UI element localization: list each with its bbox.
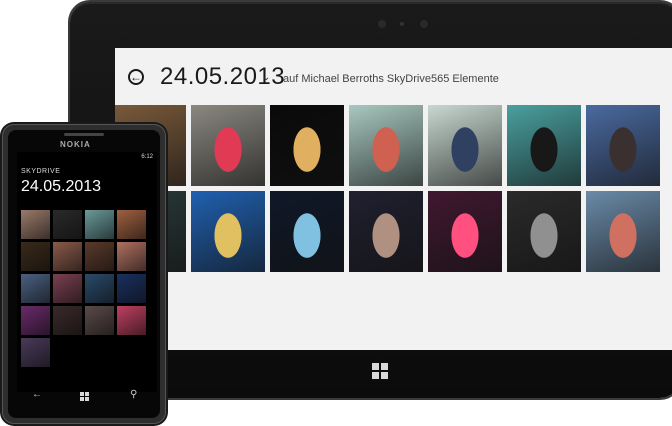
page-header: ← 24.05.2013 ⌄ auf Michael Berroths SkyD… — [115, 48, 672, 104]
photo-thumbnail[interactable] — [586, 105, 660, 186]
phone-photo-thumbnail[interactable] — [21, 306, 50, 335]
phone-page-title[interactable]: 24.05.2013 — [21, 178, 101, 196]
speaker-grille — [64, 133, 104, 136]
sensor-icon — [400, 22, 404, 26]
phone-photo-thumbnail[interactable] — [21, 338, 50, 367]
phone-photo-thumbnail[interactable] — [53, 242, 82, 271]
tablet-screen: ← 24.05.2013 ⌄ auf Michael Berroths SkyD… — [115, 48, 672, 350]
phone-photo-thumbnail[interactable] — [85, 210, 114, 239]
phone-photo-thumbnail[interactable] — [85, 242, 114, 271]
phone-device: NOKIA 6:12 SKYDRIVE 24.05.2013 ← ⚲ — [2, 124, 166, 424]
phone-screen: 6:12 SKYDRIVE 24.05.2013 — [17, 152, 157, 392]
back-arrow-icon[interactable]: ← — [128, 69, 144, 85]
phone-photo-thumbnail[interactable] — [21, 210, 50, 239]
photo-thumbnail[interactable] — [349, 105, 423, 186]
phone-photo-thumbnail[interactable] — [117, 306, 146, 335]
photo-thumbnail[interactable] — [349, 191, 423, 272]
windows-logo-icon[interactable] — [80, 392, 89, 401]
photo-thumbnail[interactable] — [270, 191, 344, 272]
chevron-down-icon[interactable]: ⌄ — [262, 72, 270, 83]
phone-photo-thumbnail[interactable] — [117, 242, 146, 271]
app-title: SKYDRIVE — [21, 168, 61, 175]
item-count: 565 Elemente — [431, 73, 499, 85]
back-icon[interactable]: ← — [32, 389, 42, 400]
phone-photo-thumbnail[interactable] — [117, 210, 146, 239]
camera-icon — [420, 20, 428, 28]
phone-photo-thumbnail[interactable] — [53, 306, 82, 335]
search-icon[interactable]: ⚲ — [130, 389, 137, 400]
phone-photo-thumbnail[interactable] — [117, 274, 146, 303]
phone-photo-thumbnail[interactable] — [85, 306, 114, 335]
photo-thumbnail[interactable] — [191, 191, 265, 272]
photo-thumbnail[interactable] — [428, 105, 502, 186]
phone-photo-thumbnail[interactable] — [53, 274, 82, 303]
photo-thumbnail[interactable] — [270, 105, 344, 186]
photo-thumbnail[interactable] — [428, 191, 502, 272]
status-time: 6:12 — [141, 154, 153, 160]
location-text: auf Michael Berroths SkyDrive — [283, 73, 431, 85]
phone-photo-thumbnail[interactable] — [85, 274, 114, 303]
photo-thumbnail[interactable] — [586, 191, 660, 272]
phone-photo-thumbnail[interactable] — [21, 274, 50, 303]
photo-thumbnail[interactable] — [507, 105, 581, 186]
photo-thumbnail[interactable] — [191, 105, 265, 186]
phone-photo-thumbnail[interactable] — [53, 210, 82, 239]
phone-brand: NOKIA — [60, 140, 91, 149]
phone-photo-thumbnail[interactable] — [21, 242, 50, 271]
windows-logo-icon[interactable] — [372, 363, 388, 379]
camera-icon — [378, 20, 386, 28]
photo-thumbnail[interactable] — [507, 191, 581, 272]
